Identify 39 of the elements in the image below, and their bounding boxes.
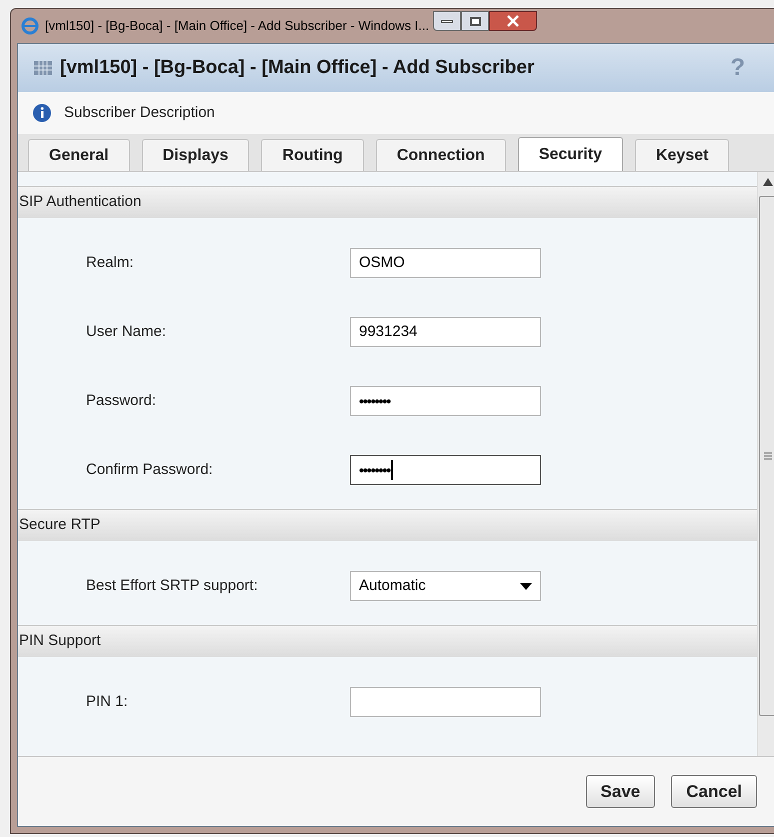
section-header: PIN Support [18,625,757,657]
text-cursor [391,460,394,480]
window-title: [vml150] - [Bg-Boca] - [Main Office] - Add Subscriber - Windows I... [45,17,430,36]
field-label: PIN 1: [85,692,129,712]
tab[interactable]: Security [518,137,623,171]
field-label: Best Effort SRTP support: [85,576,259,596]
tab[interactable]: Displays [142,139,250,171]
dialog-title: [vml150] - [Bg-Boca] - [Main Office] - Add Subscriber [60,56,534,80]
tab[interactable]: General [28,139,130,171]
field-label: Realm: [85,252,135,273]
grid-icon [34,61,52,75]
tab[interactable]: Connection [376,139,506,171]
field-label: Confirm Password: [85,460,214,480]
info-icon [32,103,52,123]
description-text: Subscriber Description [64,102,215,123]
browser-icon [21,17,39,35]
tab[interactable]: Keyset [634,139,730,171]
maximize-button[interactable] [461,11,490,31]
minimize-button[interactable] [433,11,462,31]
scroll-thumb[interactable] [758,196,774,716]
select-field[interactable]: Automatic [350,571,541,601]
input-field[interactable]: 9931234 [350,317,541,347]
close-button[interactable] [489,11,538,31]
scrollbar[interactable] [757,172,774,756]
grip-icon [764,452,772,460]
password-field[interactable]: •••••••• [350,386,541,416]
close-icon [507,15,520,27]
password-field[interactable]: •••••••• [350,455,541,485]
dialog-button[interactable]: Cancel [671,775,757,808]
dialog-button[interactable]: Save [586,775,656,808]
input-field[interactable]: OSMO [350,248,541,278]
caret-icon [520,582,532,590]
section-header: Secure RTP [18,509,757,541]
section-header: SIP Authentication [18,186,757,218]
tab[interactable]: Routing [261,139,364,171]
field-label: User Name: [85,322,168,342]
input-field[interactable] [350,687,541,717]
field-label: Password: [85,390,158,411]
scroll-up-icon[interactable] [762,178,772,186]
